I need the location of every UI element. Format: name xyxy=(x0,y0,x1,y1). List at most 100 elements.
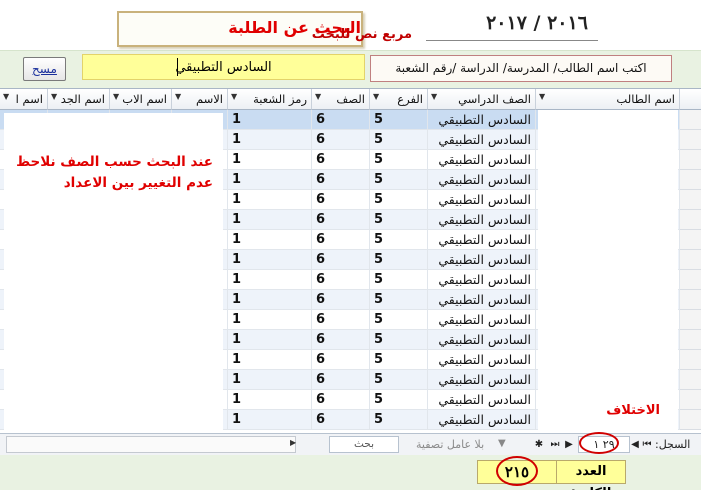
sort-filter-dropdown-icon[interactable]: ▼ xyxy=(51,92,57,101)
cell-section[interactable]: 1 xyxy=(228,110,312,130)
record-selector[interactable] xyxy=(680,190,701,210)
cell-class[interactable]: 6 xyxy=(312,310,370,330)
scroll-right-icon[interactable]: ▶ xyxy=(290,438,296,447)
cell-branch[interactable]: 5 xyxy=(370,130,428,150)
record-selector[interactable] xyxy=(680,250,701,270)
cell-grade[interactable]: السادس التطبيقي xyxy=(428,250,536,270)
cell-grade[interactable]: السادس التطبيقي xyxy=(428,170,536,190)
cell-grade[interactable]: السادس التطبيقي xyxy=(428,110,536,130)
cell-grade[interactable]: السادس التطبيقي xyxy=(428,130,536,150)
record-selector[interactable] xyxy=(680,130,701,150)
horizontal-scrollbar[interactable]: ▶ xyxy=(6,436,296,453)
column-header-7[interactable]: اسم الجد ▼ xyxy=(48,89,110,110)
cell-grade[interactable]: السادس التطبيقي xyxy=(428,370,536,390)
cell-grade[interactable]: السادس التطبيقي xyxy=(428,350,536,370)
record-selector[interactable] xyxy=(680,210,701,230)
cell-class[interactable]: 6 xyxy=(312,150,370,170)
sort-filter-dropdown-icon[interactable]: ▼ xyxy=(431,92,437,101)
column-header-0[interactable]: اسم الطالب ▼ xyxy=(536,89,680,110)
cell-grade[interactable]: السادس التطبيقي xyxy=(428,290,536,310)
record-selector[interactable] xyxy=(680,350,701,370)
cell-branch[interactable]: 5 xyxy=(370,350,428,370)
cell-branch[interactable]: 5 xyxy=(370,330,428,350)
cell-branch[interactable]: 5 xyxy=(370,390,428,410)
cell-branch[interactable]: 5 xyxy=(370,150,428,170)
cell-branch[interactable]: 5 xyxy=(370,310,428,330)
cell-branch[interactable]: 5 xyxy=(370,230,428,250)
cell-class[interactable]: 6 xyxy=(312,190,370,210)
cell-class[interactable]: 6 xyxy=(312,170,370,190)
cell-grade[interactable]: السادس التطبيقي xyxy=(428,330,536,350)
cell-branch[interactable]: 5 xyxy=(370,190,428,210)
cell-section[interactable]: 1 xyxy=(228,410,312,430)
cell-grade[interactable]: السادس التطبيقي xyxy=(428,390,536,410)
cell-section[interactable]: 1 xyxy=(228,190,312,210)
sort-filter-dropdown-icon[interactable]: ▼ xyxy=(113,92,119,101)
record-selector[interactable] xyxy=(680,230,701,250)
new-record-icon[interactable]: ✱ xyxy=(532,437,546,452)
sort-filter-dropdown-icon[interactable]: ▼ xyxy=(3,92,9,101)
cell-branch[interactable]: 5 xyxy=(370,210,428,230)
cell-class[interactable]: 6 xyxy=(312,270,370,290)
cell-grade[interactable]: السادس التطبيقي xyxy=(428,150,536,170)
cell-section[interactable]: 1 xyxy=(228,330,312,350)
select-all-corner[interactable] xyxy=(680,89,701,110)
cell-branch[interactable]: 5 xyxy=(370,370,428,390)
search-input[interactable] xyxy=(82,54,365,80)
cell-section[interactable]: 1 xyxy=(228,250,312,270)
cell-section[interactable]: 1 xyxy=(228,150,312,170)
cell-branch[interactable]: 5 xyxy=(370,170,428,190)
column-header-2[interactable]: الفرع ▼ xyxy=(370,89,428,110)
previous-record-icon[interactable]: ◀ xyxy=(628,437,642,452)
sort-filter-dropdown-icon[interactable]: ▼ xyxy=(315,92,321,101)
cell-section[interactable]: 1 xyxy=(228,290,312,310)
cell-branch[interactable]: 5 xyxy=(370,110,428,130)
cell-section[interactable]: 1 xyxy=(228,310,312,330)
record-selector[interactable] xyxy=(680,410,701,430)
cell-class[interactable]: 6 xyxy=(312,350,370,370)
record-selector[interactable] xyxy=(680,310,701,330)
sort-filter-dropdown-icon[interactable]: ▼ xyxy=(373,92,379,101)
cell-class[interactable]: 6 xyxy=(312,130,370,150)
cell-section[interactable]: 1 xyxy=(228,370,312,390)
record-selector[interactable] xyxy=(680,110,701,130)
cell-section[interactable]: 1 xyxy=(228,170,312,190)
cell-section[interactable]: 1 xyxy=(228,350,312,370)
cell-branch[interactable]: 5 xyxy=(370,410,428,430)
clear-button[interactable]: مسح xyxy=(23,57,66,81)
cell-section[interactable]: 1 xyxy=(228,390,312,410)
cell-grade[interactable]: السادس التطبيقي xyxy=(428,190,536,210)
cell-grade[interactable]: السادس التطبيقي xyxy=(428,410,536,430)
record-selector[interactable] xyxy=(680,290,701,310)
cell-grade[interactable]: السادس التطبيقي xyxy=(428,270,536,290)
record-selector[interactable] xyxy=(680,370,701,390)
first-record-icon[interactable]: ⏮ xyxy=(640,437,654,452)
no-filter-indicator[interactable]: بلا عامل تصفية xyxy=(416,438,484,451)
cell-class[interactable]: 6 xyxy=(312,390,370,410)
nav-search-field[interactable]: بحث xyxy=(329,436,399,453)
sort-filter-dropdown-icon[interactable]: ▼ xyxy=(539,92,545,101)
cell-class[interactable]: 6 xyxy=(312,250,370,270)
cell-grade[interactable]: السادس التطبيقي xyxy=(428,230,536,250)
sort-filter-dropdown-icon[interactable]: ▼ xyxy=(231,92,237,101)
column-header-4[interactable]: رمز الشعبة ▼ xyxy=(228,89,312,110)
cell-section[interactable]: 1 xyxy=(228,210,312,230)
cell-branch[interactable]: 5 xyxy=(370,250,428,270)
cell-class[interactable]: 6 xyxy=(312,230,370,250)
record-selector[interactable] xyxy=(680,330,701,350)
cell-section[interactable]: 1 xyxy=(228,230,312,250)
last-record-icon[interactable]: ⏭ xyxy=(548,437,562,452)
record-selector[interactable] xyxy=(680,170,701,190)
cell-class[interactable]: 6 xyxy=(312,290,370,310)
record-selector[interactable] xyxy=(680,270,701,290)
cell-class[interactable]: 6 xyxy=(312,330,370,350)
cell-class[interactable]: 6 xyxy=(312,210,370,230)
cell-grade[interactable]: السادس التطبيقي xyxy=(428,210,536,230)
column-header-5[interactable]: الاسم ▼ xyxy=(172,89,228,110)
column-header-8[interactable]: اسم ا ▼ xyxy=(0,89,48,110)
record-selector[interactable] xyxy=(680,150,701,170)
cell-branch[interactable]: 5 xyxy=(370,290,428,310)
column-header-1[interactable]: الصف الدراسي ▼ xyxy=(428,89,536,110)
column-header-3[interactable]: الصف ▼ xyxy=(312,89,370,110)
cell-class[interactable]: 6 xyxy=(312,410,370,430)
